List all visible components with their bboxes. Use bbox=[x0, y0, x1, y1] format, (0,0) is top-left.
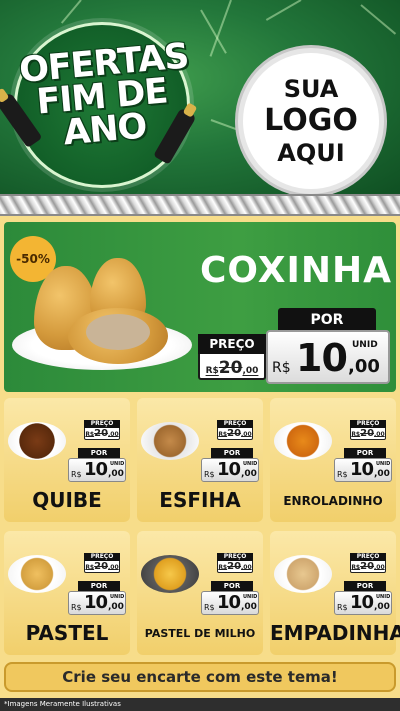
unit-label: UNID bbox=[376, 461, 391, 467]
old-price-value: 20 bbox=[360, 428, 375, 439]
por-label: POR bbox=[78, 448, 120, 458]
firework-spark bbox=[360, 4, 397, 35]
product-image bbox=[141, 555, 199, 593]
price-integer: 10 bbox=[350, 592, 374, 613]
old-price: R$20,00 bbox=[84, 561, 120, 572]
price-currency: R$ bbox=[71, 603, 82, 612]
logo-line: LOGO bbox=[264, 103, 358, 138]
product-name: PASTEL bbox=[25, 621, 109, 645]
price-integer: 10 bbox=[217, 592, 241, 613]
product-name: ENROLADINHO bbox=[283, 494, 383, 508]
product-name: ESFIHA bbox=[159, 488, 241, 512]
por-label: POR bbox=[78, 581, 120, 591]
preco-label: PREÇO bbox=[217, 553, 253, 561]
price-integer: 10 bbox=[84, 459, 108, 480]
por-label: POR bbox=[211, 581, 253, 591]
firework-spark bbox=[265, 0, 302, 21]
price-decimal: ,00 bbox=[241, 469, 257, 479]
old-price-value: 20 bbox=[360, 561, 375, 572]
old-price-value: 20 bbox=[227, 561, 242, 572]
old-price-currency: R$ bbox=[85, 564, 95, 571]
price-integer: 10 bbox=[84, 592, 108, 613]
product-image bbox=[141, 422, 199, 460]
footer-disclaimer: *Imagens Meramente Ilustrativas bbox=[0, 698, 400, 711]
preco-label: PREÇO bbox=[350, 553, 386, 561]
coxinha-filling-image bbox=[86, 314, 150, 350]
old-price: R$20,00 bbox=[84, 428, 120, 439]
product-name: EMPADINHA bbox=[270, 621, 400, 645]
price-decimal: ,00 bbox=[108, 469, 124, 479]
unit-label: UNID bbox=[110, 461, 125, 467]
price-decimal: ,00 bbox=[241, 602, 257, 612]
old-price-cents: ,00 bbox=[241, 564, 252, 571]
preco-label: PREÇO bbox=[84, 553, 120, 561]
price-integer: 10 bbox=[217, 459, 241, 480]
old-price: R$20,00 bbox=[200, 358, 264, 378]
badge-title: OFERTAS FIM DE ANO bbox=[17, 36, 190, 154]
unit-label: UNID bbox=[243, 594, 258, 600]
price-currency: R$ bbox=[204, 470, 215, 479]
featured-product-name: COXINHA bbox=[200, 250, 393, 291]
product-image bbox=[274, 555, 332, 593]
product-image bbox=[8, 422, 66, 460]
old-price-value: 20 bbox=[227, 428, 242, 439]
price-integer: 10 bbox=[296, 336, 348, 380]
old-price: R$20,00 bbox=[217, 428, 253, 439]
rope-divider bbox=[0, 194, 400, 216]
old-price-currency: R$ bbox=[351, 431, 361, 438]
firework-spark bbox=[60, 0, 82, 24]
old-price-value: 20 bbox=[94, 561, 109, 572]
old-price-cents: ,00 bbox=[108, 564, 119, 571]
unit-label: UNID bbox=[110, 594, 125, 600]
old-price-currency: R$ bbox=[218, 564, 228, 571]
old-price-value: 20 bbox=[218, 358, 243, 378]
logo-line: SUA bbox=[283, 75, 339, 103]
old-price: R$20,00 bbox=[350, 428, 386, 439]
product-name: QUIBE bbox=[32, 488, 102, 512]
price-decimal: ,00 bbox=[374, 469, 390, 479]
price-currency: R$ bbox=[272, 360, 291, 376]
preco-label: PREÇO bbox=[217, 420, 253, 428]
preco-label: PREÇO bbox=[84, 420, 120, 428]
unit-label: UNID bbox=[243, 461, 258, 467]
old-price-cents: ,00 bbox=[241, 431, 252, 438]
cta-banner[interactable]: Crie seu encarte com este tema! bbox=[4, 662, 396, 692]
price-decimal: ,00 bbox=[348, 356, 380, 377]
price-currency: R$ bbox=[71, 470, 82, 479]
old-price-value: 20 bbox=[94, 428, 109, 439]
price-currency: R$ bbox=[337, 603, 348, 612]
price-currency: R$ bbox=[337, 470, 348, 479]
old-price-currency: R$ bbox=[85, 431, 95, 438]
old-price: R$20,00 bbox=[350, 561, 386, 572]
logo-placeholder: SUA LOGO AQUI bbox=[238, 48, 384, 194]
product-image bbox=[8, 555, 66, 593]
unit-label: UNID bbox=[376, 594, 391, 600]
price-integer: 10 bbox=[350, 459, 374, 480]
unit-label: UNID bbox=[352, 340, 378, 350]
product-name: PASTEL DE MILHO bbox=[144, 627, 256, 640]
old-price: R$20,00 bbox=[217, 561, 253, 572]
old-price-currency: R$ bbox=[218, 431, 228, 438]
old-price-currency: R$ bbox=[205, 366, 219, 376]
price-decimal: ,00 bbox=[108, 602, 124, 612]
old-price-cents: ,00 bbox=[374, 564, 385, 571]
old-price-cents: ,00 bbox=[374, 431, 385, 438]
old-price-currency: R$ bbox=[351, 564, 361, 571]
por-label: POR bbox=[344, 581, 386, 591]
price-decimal: ,00 bbox=[374, 602, 390, 612]
por-label: POR bbox=[344, 448, 386, 458]
old-price-cents: ,00 bbox=[242, 366, 259, 376]
price-currency: R$ bbox=[204, 603, 215, 612]
preco-label: PREÇO bbox=[198, 334, 266, 354]
logo-line: AQUI bbox=[277, 139, 345, 167]
por-label: POR bbox=[211, 448, 253, 458]
product-image bbox=[274, 422, 332, 460]
old-price-cents: ,00 bbox=[108, 431, 119, 438]
por-label: POR bbox=[278, 308, 376, 332]
preco-label: PREÇO bbox=[350, 420, 386, 428]
